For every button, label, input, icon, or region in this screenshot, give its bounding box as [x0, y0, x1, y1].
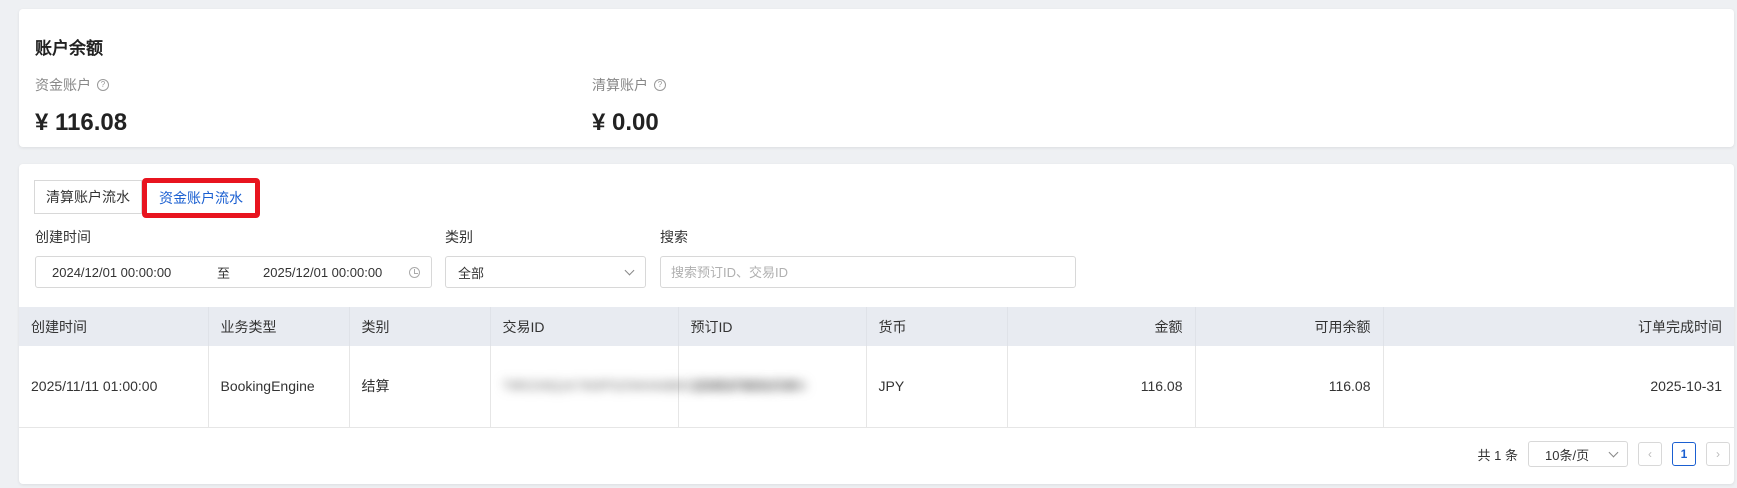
col-transaction-id: 交易ID	[490, 307, 679, 346]
fund-account-label: 资金账户	[35, 77, 91, 93]
col-category: 类别	[349, 307, 491, 346]
clearing-account-label: 清算账户	[592, 77, 648, 93]
tab-bar: 清算账户流水 资金账户流水	[34, 178, 260, 220]
total-count: 共 1 条	[1477, 447, 1518, 463]
tab-clearing-flow[interactable]: 清算账户流水	[34, 180, 142, 214]
fund-account-value: ¥ 116.08	[35, 109, 128, 136]
category-select-value: 全部	[458, 265, 485, 281]
account-balance-card: 账户余额 资金账户 ? ¥ 116.08 清算账户 ? ¥ 0.00	[19, 9, 1734, 147]
cell-category: 结算	[349, 346, 491, 428]
date-range-picker[interactable]: 2024/12/01 00:00:00 至 2025/12/01 00:00:0…	[35, 256, 432, 288]
balance-title: 账户余额	[35, 39, 103, 58]
clock-icon	[409, 266, 420, 278]
transactions-table: 创建时间 业务类型 类别 交易ID 预订ID 货币 金额 可用余额 订单完成时间…	[19, 307, 1734, 428]
created-time-label: 创建时间	[35, 229, 91, 245]
page-size-value: 10条/页	[1545, 447, 1590, 463]
page-1-button[interactable]: 1	[1672, 442, 1696, 466]
prev-page-button[interactable]: ‹	[1638, 442, 1662, 466]
table-row: 2025/11/11 01:00:00 BookingEngine 结算 T9R…	[19, 346, 1734, 428]
table-header-row: 创建时间 业务类型 类别 交易ID 预订ID 货币 金额 可用余额 订单完成时间	[19, 307, 1734, 346]
cell-available-balance: 116.08	[1195, 346, 1384, 428]
cell-booking-id: 1234567890123456	[678, 346, 867, 428]
transaction-id-redacted: T9R2X8Q1K7M3P5Z0W4A6B8C2D0E1F3G5H7J9	[502, 378, 796, 394]
booking-id-redacted: 1234567890123456	[690, 378, 807, 394]
fund-account: 资金账户 ? ¥ 116.08	[35, 75, 127, 137]
col-currency: 货币	[866, 307, 1008, 346]
cell-created: 2025/11/11 01:00:00	[19, 346, 209, 428]
col-available-balance: 可用余额	[1195, 307, 1384, 346]
chevron-down-icon	[624, 265, 635, 275]
chevron-down-icon	[1608, 447, 1619, 457]
cell-transaction-id: T9R2X8Q1K7M3P5Z0W4A6B8C2D0E1F3G5H7J9	[490, 346, 796, 428]
clearing-account-value: ¥ 0.00	[592, 109, 659, 136]
pagination: 共 1 条 10条/页 ‹ 1 ›	[1478, 441, 1730, 467]
col-order-completed: 订单完成时间	[1383, 307, 1734, 346]
transactions-card: 清算账户流水 资金账户流水 创建时间 类别 搜索 2024/12/01 00:0…	[19, 164, 1734, 484]
help-icon[interactable]: ?	[97, 79, 109, 91]
tab-fund-flow-label: 资金账户流水	[159, 190, 243, 206]
date-end[interactable]: 2025/12/01 00:00:00	[263, 265, 403, 280]
search-label: 搜索	[660, 229, 688, 245]
cell-business-type: BookingEngine	[208, 346, 350, 428]
page-size-select[interactable]: 10条/页	[1528, 441, 1628, 467]
category-label: 类别	[445, 229, 473, 245]
cell-currency: JPY	[866, 346, 1008, 428]
help-icon[interactable]: ?	[654, 79, 666, 91]
col-amount: 金额	[1007, 307, 1196, 346]
tab-fund-flow[interactable]: 资金账户流水	[142, 178, 260, 218]
date-start[interactable]: 2024/12/01 00:00:00	[52, 265, 217, 280]
cell-order-completed: 2025-10-31	[1383, 346, 1734, 428]
date-separator: 至	[217, 265, 231, 281]
next-page-button[interactable]: ›	[1706, 442, 1730, 466]
col-business-type: 业务类型	[208, 307, 350, 346]
col-created: 创建时间	[19, 307, 209, 346]
clearing-account: 清算账户 ? ¥ 0.00	[592, 75, 666, 137]
category-select[interactable]: 全部	[445, 256, 646, 288]
cell-amount: 116.08	[1007, 346, 1196, 428]
col-booking-id: 预订ID	[678, 307, 867, 346]
search-input[interactable]	[660, 256, 1076, 288]
